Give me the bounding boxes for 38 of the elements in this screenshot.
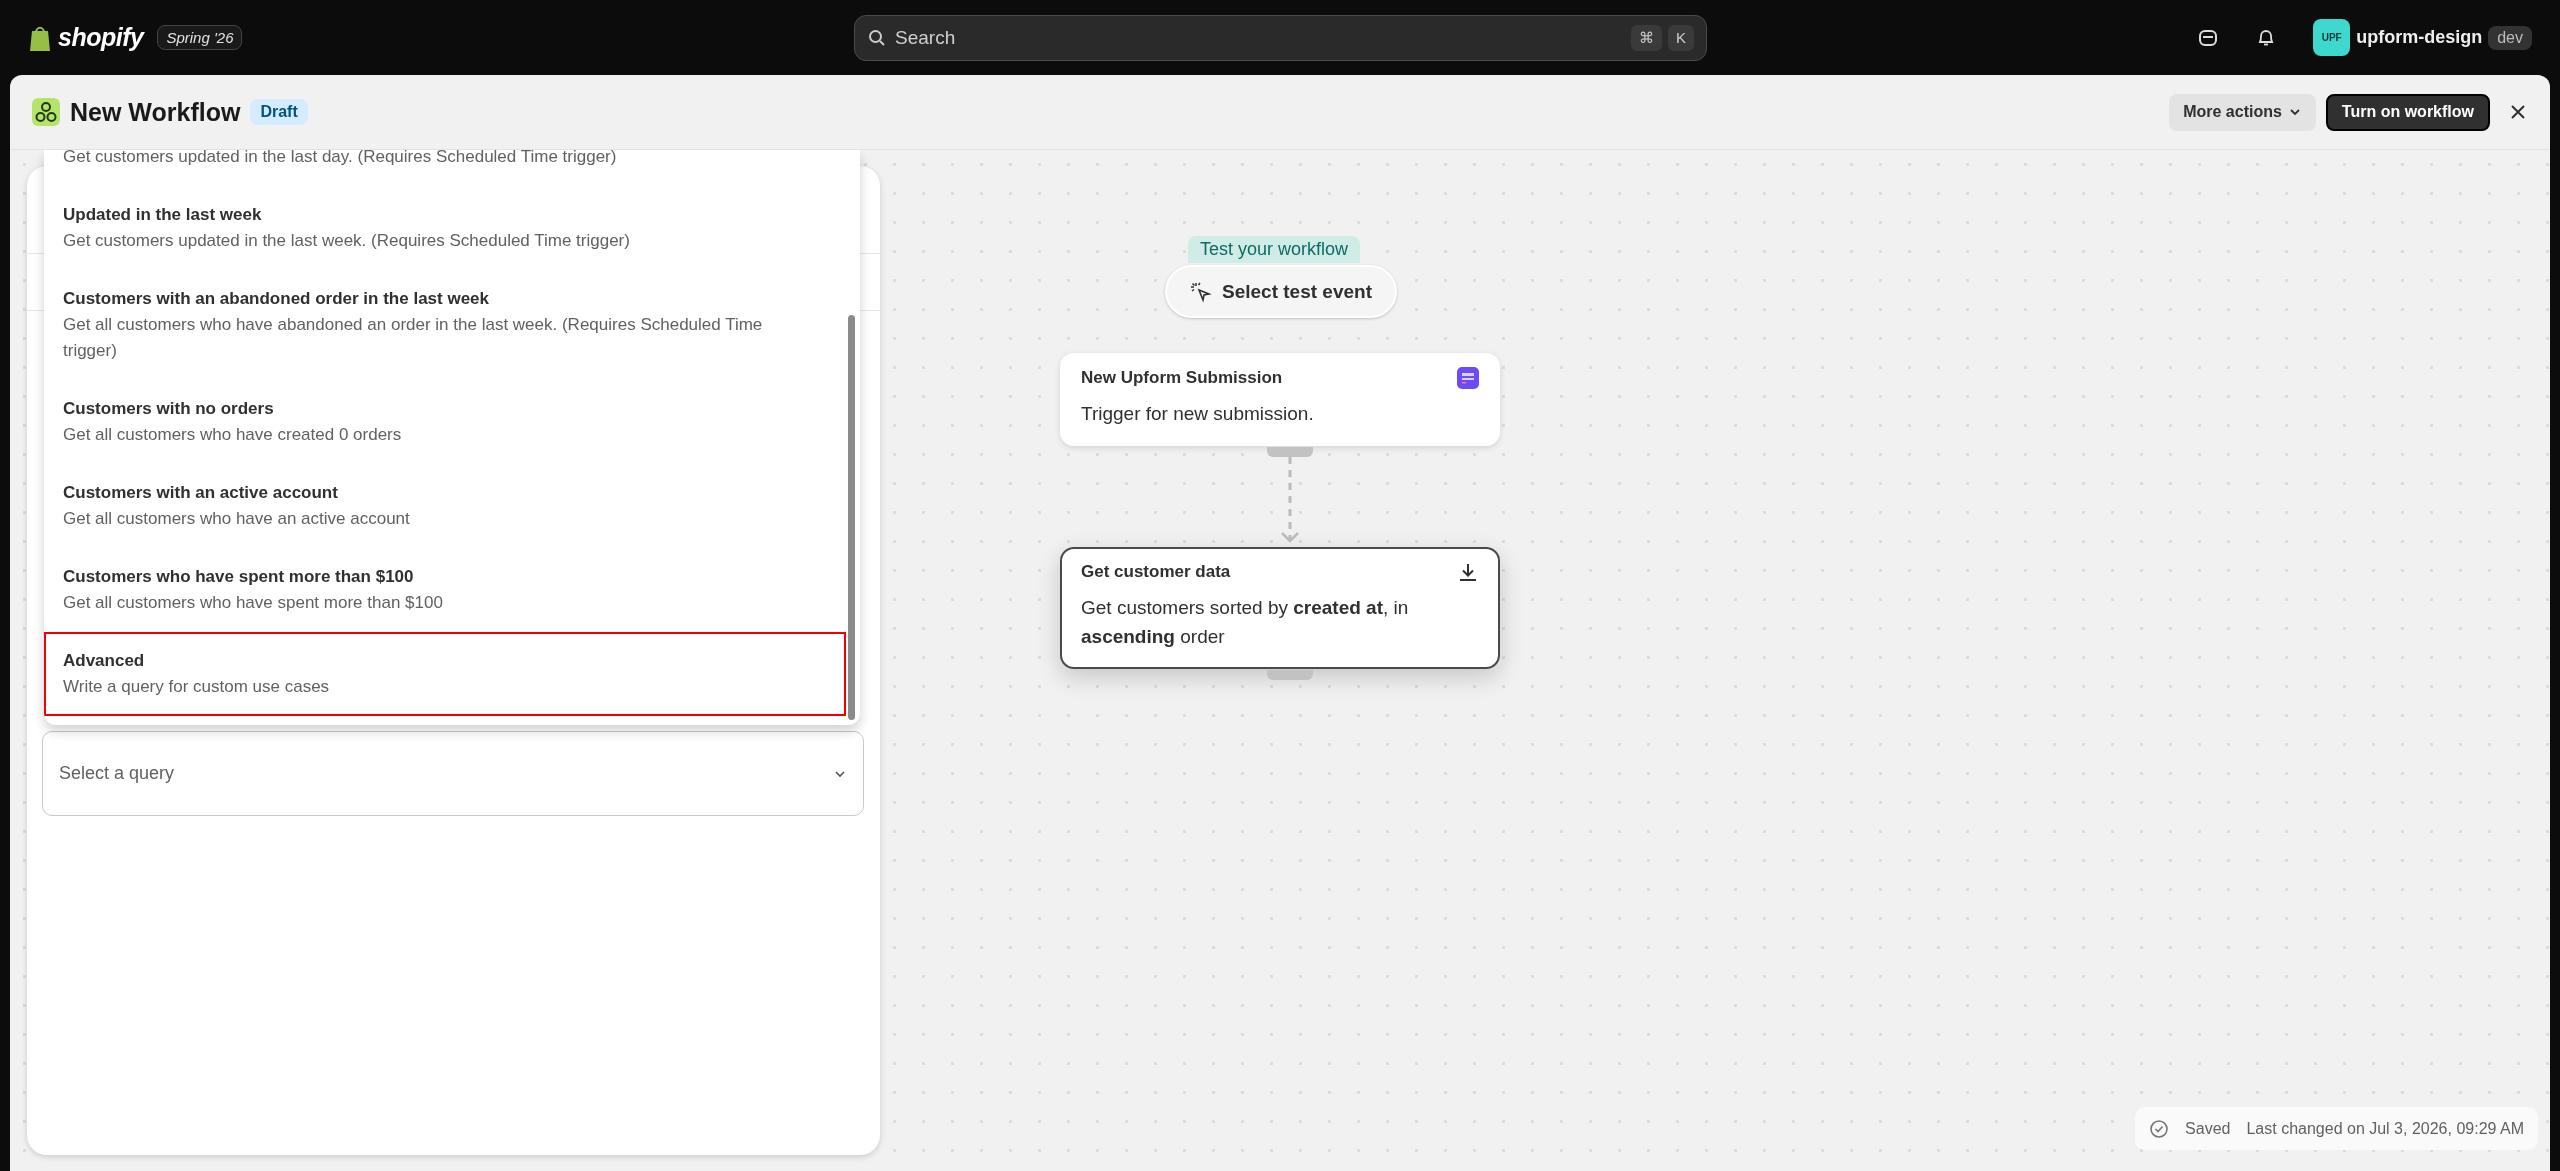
query-select[interactable]: Select a query: [42, 731, 864, 816]
query-option[interactable]: Customers with an active account Get all customers who have an active account: [44, 464, 846, 548]
check-circle-icon: [2149, 1118, 2170, 1139]
workflow-icon: [32, 98, 60, 126]
last-changed-text: Last changed on Jul 3, 2026, 09:29 AM: [2246, 1119, 2524, 1138]
saved-label: Saved: [2185, 1119, 2231, 1138]
test-label: Test your workflow: [1188, 236, 1361, 263]
scrollbar[interactable]: [848, 315, 855, 720]
node-title: New Upform Submission: [1081, 368, 1283, 388]
cursor-click-icon: [1190, 280, 1212, 303]
query-option[interactable]: Customers with an abandoned order in the last week Get all customers who have abandoned an order in the last week. (Requires Scheduled Time trigger): [44, 270, 846, 380]
avatar[interactable]: UPF: [2313, 19, 2351, 56]
search-icon: [867, 27, 887, 48]
turn-on-button[interactable]: Turn on workflow: [2325, 93, 2490, 131]
environment-badge: dev: [2488, 25, 2532, 50]
node-description: Trigger for new submission.: [1081, 402, 1315, 426]
search-field[interactable]: Search ⌘ K: [854, 14, 1707, 61]
action-node[interactable]: Get customer data Get customers sorted by created at, in ascending order: [1060, 547, 1500, 669]
shortcut-key: ⌘: [1631, 24, 1662, 51]
connector-handle[interactable]: [1267, 670, 1313, 680]
query-option[interactable]: Get customers updated in the last day. (Requires Scheduled Time trigger): [44, 150, 846, 186]
download-icon: [1457, 561, 1479, 583]
logo-wordmark[interactable]: shopify: [58, 23, 144, 52]
query-option[interactable]: Advanced Write a query for custom use cases: [44, 632, 846, 716]
more-actions-button[interactable]: More actions: [2169, 93, 2316, 131]
form-app-icon: [1457, 367, 1479, 389]
edition-badge: Spring '26: [157, 25, 243, 50]
select-test-event-button[interactable]: Select test event: [1165, 265, 1397, 318]
node-title: Get customer data: [1081, 562, 1231, 582]
query-option[interactable]: Updated in the last week Get customers updated in the last week. (Requires Scheduled Time trigger): [44, 186, 846, 270]
node-description: Get customers sorted by created at, in ascending order: [1081, 596, 1410, 649]
store-name[interactable]: upform-design: [2356, 27, 2483, 48]
trigger-node[interactable]: New Upform Submission Trigger for new submission.: [1060, 353, 1500, 446]
query-option[interactable]: Customers with no orders Get all customers who have created 0 orders: [44, 380, 846, 464]
shortcut-key: K: [1668, 24, 1694, 51]
query-option[interactable]: Customers who have spent more than $100 Get all customers who have spent more than $100: [44, 548, 846, 632]
status-badge: Draft: [250, 99, 308, 125]
workflow-title: New Workflow: [70, 97, 241, 127]
